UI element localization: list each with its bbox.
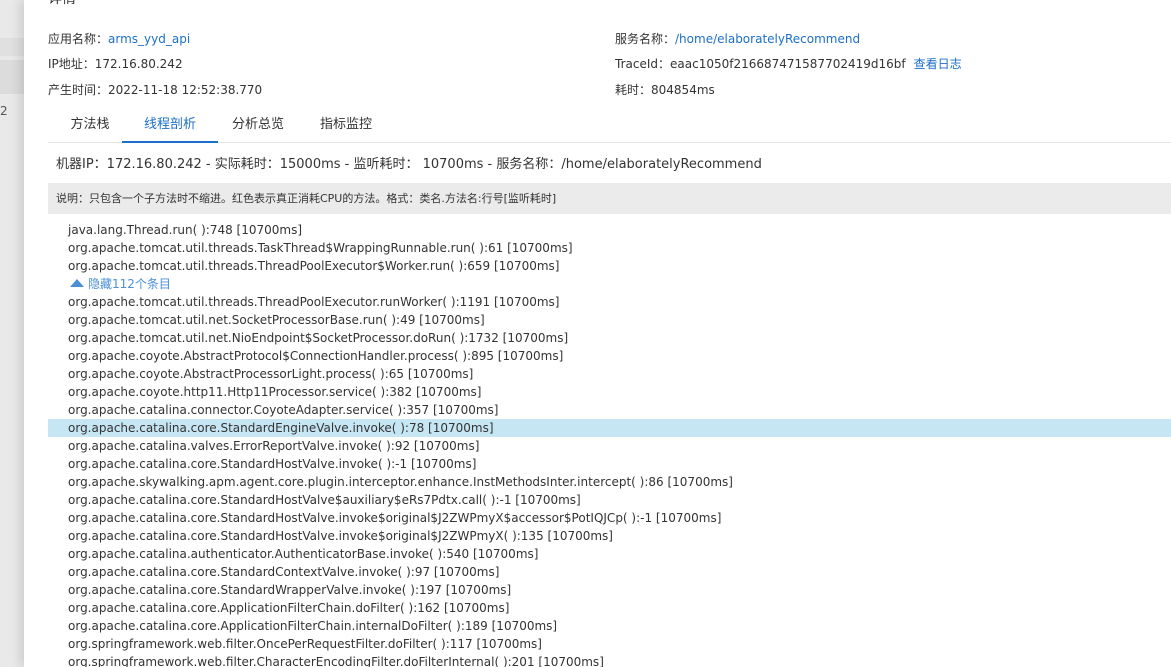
time-row: 产生时间：2022-11-18 12:52:38.770 [48,82,262,98]
stack-frame[interactable]: org.apache.coyote.http11.Http11Processor… [48,383,1171,401]
ip-value: 172.16.80.242 [94,57,183,71]
detail-drawer: 详情 应用名称：arms_yyd_api IP地址：172.16.80.242 … [24,0,1171,667]
thread-summary: 机器IP：172.16.80.242 - 实际耗时：15000ms - 监听耗时… [56,157,762,172]
time-label: 产生时间： [48,83,109,97]
stack-frame[interactable]: java.lang.Thread.run( ):748 [10700ms] [48,221,1171,239]
legend-notice: 说明：只包含一个子方法时不缩进。红色表示真正消耗CPU的方法。格式：类名.方法名… [48,183,1171,214]
trace-id-row: TraceId：eaac1050f216687471587702419d16bf… [615,56,962,72]
stack-frame[interactable]: org.apache.catalina.core.StandardHostVal… [48,455,1171,473]
stack-frame[interactable]: org.apache.catalina.core.StandardHostVal… [48,491,1171,509]
stack-frame[interactable]: org.apache.coyote.AbstractProtocol$Conne… [48,347,1171,365]
stack-frame[interactable]: org.apache.catalina.connector.CoyoteAdap… [48,401,1171,419]
stack-frame[interactable]: org.springframework.web.filter.Character… [48,653,1171,667]
app-name-row: 应用名称：arms_yyd_api [48,31,190,47]
collapse-up-icon [70,279,84,287]
app-name-label: 应用名称： [48,32,109,46]
cost-label: 耗时： [615,83,652,97]
stack-frame[interactable]: org.apache.catalina.core.StandardHostVal… [48,509,1171,527]
stack-frame[interactable]: org.apache.catalina.valves.ErrorReportVa… [48,437,1171,455]
tab-method-stack[interactable]: 方法栈 [64,108,116,142]
collapse-frames-toggle[interactable]: 隐藏112个条目 [48,275,1171,293]
stack-frame[interactable]: org.apache.coyote.AbstractProcessorLight… [48,365,1171,383]
detail-tabs: 方法栈 线程剖析 分析总览 指标监控 [48,108,1171,143]
stack-frame[interactable]: org.springframework.web.filter.OncePerRe… [48,635,1171,653]
background-page: 2 [0,0,24,667]
service-name-row: 服务名称：/home/elaboratelyRecommend [615,31,860,47]
trace-id-value: eaac1050f216687471587702419d16bf [670,57,906,71]
service-name-link[interactable]: /home/elaboratelyRecommend [675,32,860,46]
background-block [0,60,24,94]
background-text: 2 [0,104,8,118]
thread-stack-list: java.lang.Thread.run( ):748 [10700ms] or… [48,221,1171,667]
view-log-link[interactable]: 查看日志 [914,57,962,71]
stack-frame[interactable]: org.apache.catalina.core.StandardContext… [48,563,1171,581]
stack-frame[interactable]: org.apache.catalina.core.ApplicationFilt… [48,617,1171,635]
stack-frame[interactable]: org.apache.tomcat.util.net.SocketProcess… [48,311,1171,329]
tab-thread-profiling[interactable]: 线程剖析 [122,108,218,143]
ip-label: IP地址： [48,57,95,71]
drawer-title: 详情 [48,0,76,8]
cost-row: 耗时：804854ms [615,82,715,98]
app-name-link[interactable]: arms_yyd_api [108,32,190,46]
trace-id-label: TraceId： [615,57,670,71]
tab-analysis-overview[interactable]: 分析总览 [224,108,292,142]
service-name-label: 服务名称： [615,32,676,46]
tab-metrics-monitor[interactable]: 指标监控 [312,108,380,142]
stack-frame-selected[interactable]: org.apache.catalina.core.StandardEngineV… [48,419,1171,437]
ip-row: IP地址：172.16.80.242 [48,56,183,72]
stack-frame[interactable]: org.apache.skywalking.apm.agent.core.plu… [48,473,1171,491]
stack-frame[interactable]: org.apache.tomcat.util.threads.ThreadPoo… [48,257,1171,275]
stack-frame[interactable]: org.apache.tomcat.util.threads.ThreadPoo… [48,293,1171,311]
background-block [0,38,24,56]
stack-frame[interactable]: org.apache.tomcat.util.net.NioEndpoint$S… [48,329,1171,347]
collapse-frames-label: 隐藏112个条目 [88,277,171,291]
stack-frame[interactable]: org.apache.catalina.authenticator.Authen… [48,545,1171,563]
stack-frame[interactable]: org.apache.catalina.core.ApplicationFilt… [48,599,1171,617]
stack-frame[interactable]: org.apache.tomcat.util.threads.TaskThrea… [48,239,1171,257]
time-value: 2022-11-18 12:52:38.770 [108,83,263,97]
stack-frame[interactable]: org.apache.catalina.core.StandardWrapper… [48,581,1171,599]
stack-frame[interactable]: org.apache.catalina.core.StandardHostVal… [48,527,1171,545]
cost-value: 804854ms [651,83,715,97]
